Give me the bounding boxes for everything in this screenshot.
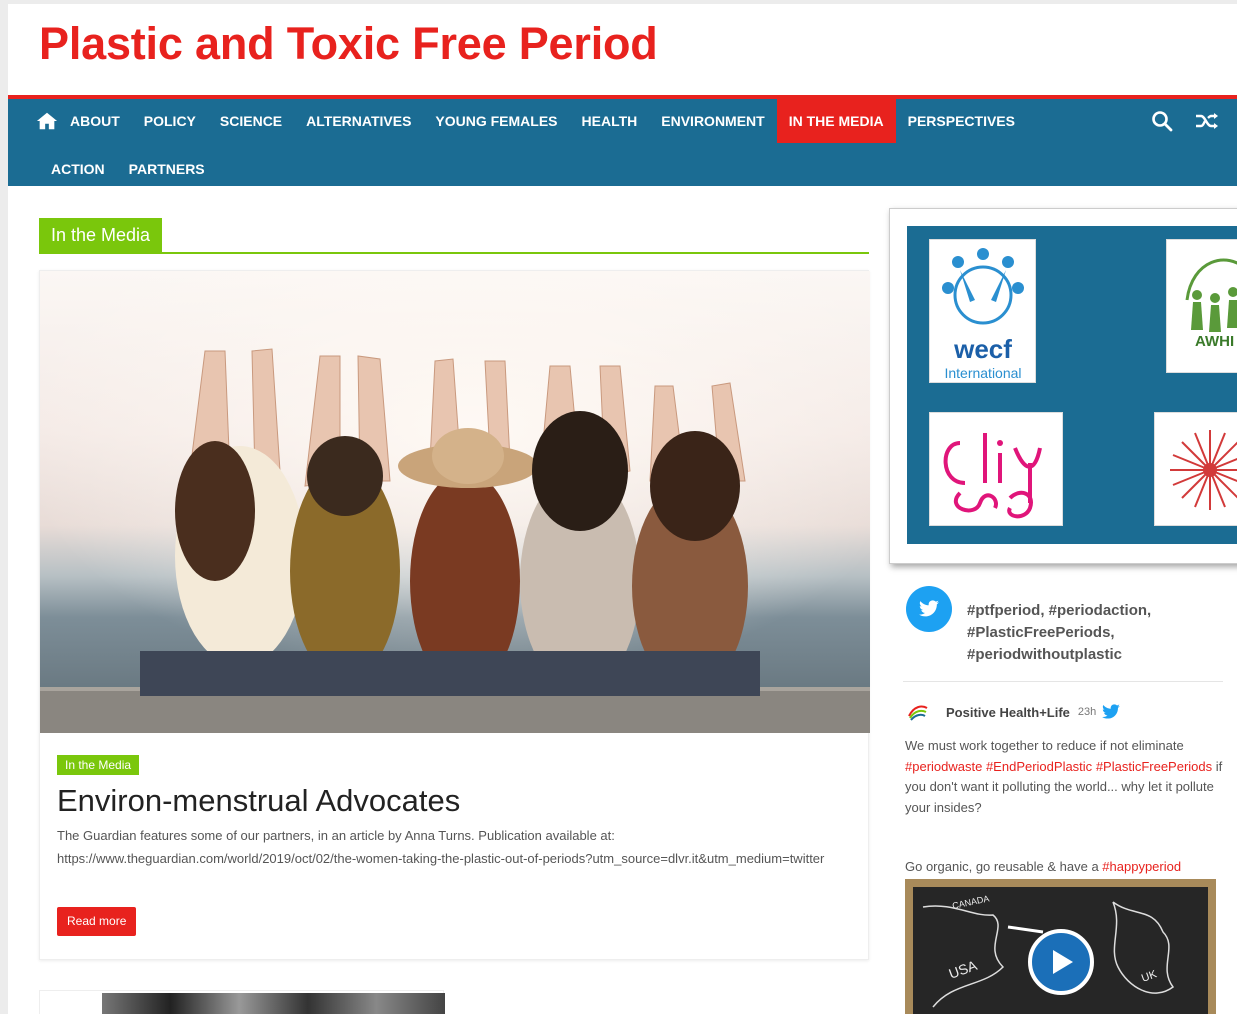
wecf-logo-sub: International bbox=[944, 365, 1021, 381]
article-excerpt: The Guardian features some of our partne… bbox=[57, 828, 825, 866]
map-label-usa: USA bbox=[947, 957, 980, 982]
tweet-video-thumbnail[interactable]: CANADA USA UK bbox=[905, 879, 1216, 1014]
article-card: In the Media Environ-menstrual Advocates… bbox=[39, 270, 870, 960]
tweet-author[interactable]: Positive Health+Life bbox=[946, 705, 1070, 720]
tweet-author-row: Positive Health+Life 23h bbox=[906, 702, 1121, 722]
nav-item-environment[interactable]: ENVIRONMENT bbox=[649, 99, 776, 143]
tweet-text-line2: Go organic, go reusable & have a #happyp… bbox=[905, 859, 1223, 874]
nav-item-in-the-media[interactable]: IN THE MEDIA bbox=[776, 99, 896, 143]
hashtag-plasticfreeperiods[interactable]: #PlasticFreePeriods bbox=[1096, 759, 1212, 774]
twitter-bird-icon[interactable] bbox=[906, 586, 952, 632]
partner-logo-environmenstrual[interactable] bbox=[1154, 412, 1237, 526]
section-heading: In the Media bbox=[39, 218, 869, 254]
next-article-card[interactable] bbox=[39, 990, 445, 1014]
nav-item-policy[interactable]: POLICY bbox=[132, 99, 208, 143]
partners-logo-grid: wecf International AWHI bbox=[907, 226, 1237, 544]
nav-row-2: ACTION PARTNERS bbox=[8, 147, 217, 191]
article-title[interactable]: Environ-menstrual Advocates bbox=[57, 783, 460, 819]
nav-item-science[interactable]: SCIENCE bbox=[208, 99, 294, 143]
awhi-logo-text: AWHI bbox=[1195, 333, 1234, 350]
nav-item-about[interactable]: ABOUT bbox=[58, 99, 132, 143]
next-article-image[interactable] bbox=[102, 993, 445, 1014]
tweet-time[interactable]: 23h bbox=[1078, 706, 1096, 718]
nav-item-alternatives[interactable]: ALTERNATIVES bbox=[294, 99, 423, 143]
partner-logo-awhi[interactable]: AWHI bbox=[1166, 239, 1237, 373]
nav-tools bbox=[1151, 99, 1219, 143]
nav-item-health[interactable]: HEALTH bbox=[570, 99, 650, 143]
search-icon[interactable] bbox=[1151, 110, 1173, 132]
tweet-text-part: We must work together to reduce if not e… bbox=[905, 738, 1184, 753]
tweet-text: We must work together to reduce if not e… bbox=[905, 736, 1223, 818]
video-play-button[interactable] bbox=[1028, 929, 1094, 995]
nav-item-action[interactable]: ACTION bbox=[8, 147, 117, 191]
partners-widget: wecf International AWHI bbox=[889, 208, 1237, 564]
map-label-canada: CANADA bbox=[951, 893, 990, 911]
read-more-button[interactable]: Read more bbox=[57, 907, 137, 936]
nav-item-perspectives[interactable]: PERSPECTIVES bbox=[896, 99, 1027, 143]
site-title[interactable]: Plastic and Toxic Free Period bbox=[39, 18, 658, 70]
page: Plastic and Toxic Free Period ABOUT POLI… bbox=[8, 4, 1237, 1014]
twitter-widget-header: #ptfperiod, #periodaction, #PlasticFreeP… bbox=[903, 586, 1223, 682]
shuffle-icon[interactable] bbox=[1195, 111, 1219, 131]
article-category-badge[interactable]: In the Media bbox=[57, 755, 140, 775]
nav-item-young-females[interactable]: YOUNG FEMALES bbox=[423, 99, 569, 143]
tweet-text-part: Go organic, go reusable & have a bbox=[905, 859, 1103, 874]
map-label-uk: UK bbox=[1140, 968, 1159, 985]
partner-logo-wecf[interactable]: wecf International bbox=[929, 239, 1036, 383]
home-icon[interactable] bbox=[8, 99, 58, 143]
section-label[interactable]: In the Media bbox=[39, 218, 163, 252]
article-hero-image[interactable] bbox=[40, 271, 870, 733]
hashtag-happyperiod[interactable]: #happyperiod bbox=[1102, 859, 1181, 874]
hashtag-periodwaste[interactable]: #periodwaste bbox=[905, 759, 982, 774]
tweet-twitter-icon[interactable] bbox=[1101, 704, 1121, 720]
nav-row-1: ABOUT POLICY SCIENCE ALTERNATIVES YOUNG … bbox=[8, 99, 1027, 143]
hashtag-endperiodplastic[interactable]: #EndPeriodPlastic bbox=[986, 759, 1092, 774]
wecf-logo-text: wecf bbox=[953, 334, 1012, 364]
nav-item-partners[interactable]: PARTNERS bbox=[117, 147, 217, 191]
main-nav: ABOUT POLICY SCIENCE ALTERNATIVES YOUNG … bbox=[8, 95, 1237, 186]
twitter-hashtags: #ptfperiod, #periodaction, #PlasticFreeP… bbox=[967, 602, 1152, 663]
partner-logo-city-to-sea[interactable] bbox=[929, 412, 1063, 526]
tweet-avatar[interactable] bbox=[906, 702, 930, 722]
